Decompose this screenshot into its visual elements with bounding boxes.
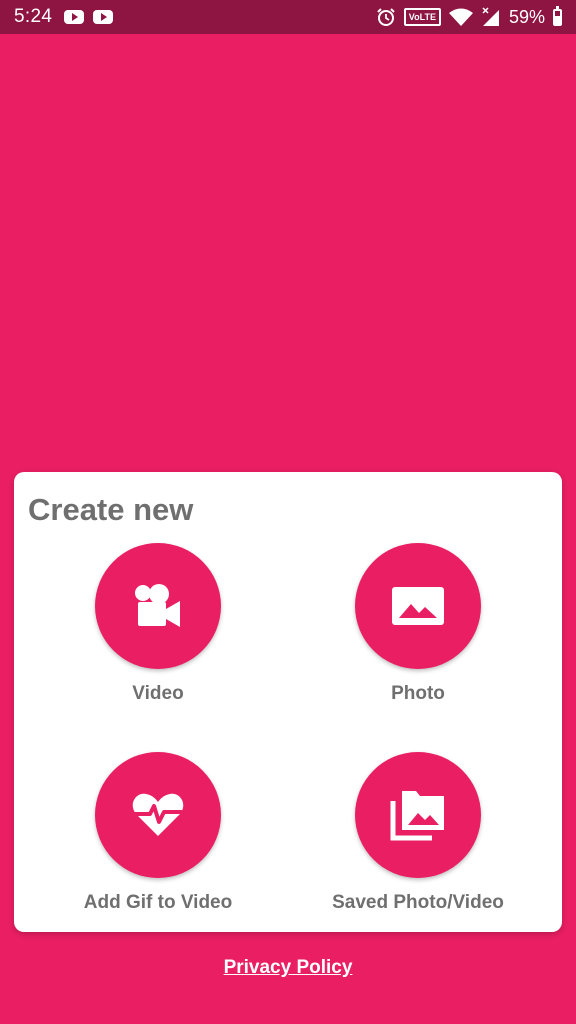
heart-pulse-icon bbox=[132, 793, 184, 836]
video-label: Video bbox=[132, 683, 184, 704]
system-tray: VoLTE 59% bbox=[376, 5, 562, 29]
add-gif-button[interactable] bbox=[95, 752, 221, 878]
add-gif-label: Add Gif to Video bbox=[83, 892, 233, 913]
video-camera-icon bbox=[135, 584, 180, 627]
card-title: Create new bbox=[28, 492, 194, 527]
video-option[interactable]: Video bbox=[38, 543, 278, 705]
status-bar: 5:24 VoLTE 59% bbox=[0, 0, 576, 34]
create-new-card: Create new Video Photo Add Gif to Video … bbox=[14, 472, 562, 932]
saved-label: Saved Photo/Video bbox=[332, 892, 504, 913]
wifi-icon bbox=[448, 8, 473, 26]
youtube-icon bbox=[93, 10, 113, 24]
saved-option[interactable]: Saved Photo/Video bbox=[298, 752, 538, 914]
saved-button[interactable] bbox=[355, 752, 481, 878]
photo-icon bbox=[392, 587, 444, 625]
photo-label: Photo bbox=[391, 683, 445, 704]
photo-option[interactable]: Photo bbox=[298, 543, 538, 705]
volte-icon: VoLTE bbox=[403, 8, 441, 26]
youtube-icon bbox=[64, 10, 84, 24]
add-gif-option[interactable]: Add Gif to Video bbox=[38, 752, 278, 914]
video-button[interactable] bbox=[95, 543, 221, 669]
signal-icon bbox=[482, 7, 499, 26]
photo-button[interactable] bbox=[355, 543, 481, 669]
battery-icon bbox=[553, 5, 562, 26]
status-time: 5:24 bbox=[14, 6, 53, 27]
privacy-policy-link[interactable]: Privacy Policy bbox=[0, 957, 576, 979]
alarm-icon bbox=[377, 8, 395, 26]
battery-percent: 59% bbox=[508, 6, 545, 27]
photo-library-icon bbox=[390, 791, 444, 841]
